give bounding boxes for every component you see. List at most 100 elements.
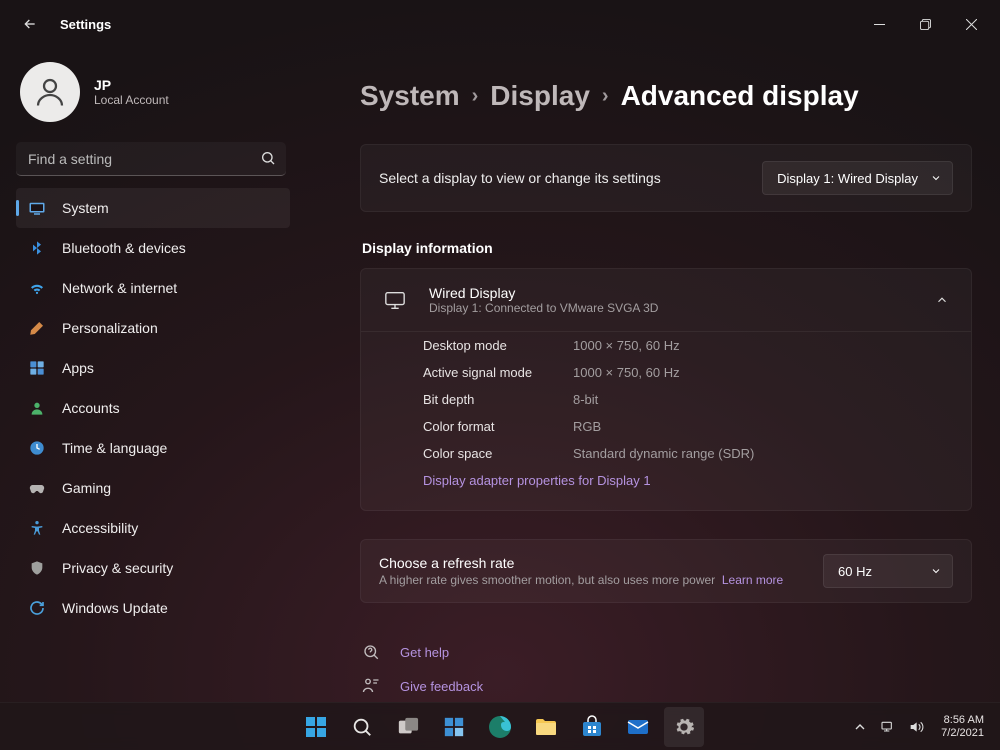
sidebar-item-label: Network & internet [62,280,177,296]
maximize-button[interactable] [902,1,948,47]
display-select[interactable]: Display 1: Wired Display [762,161,953,195]
search-box[interactable] [16,142,286,176]
accessibility-icon [28,519,46,537]
sidebar-item-label: System [62,200,109,216]
taskbar: 8:56 AM 7/2/2021 [0,702,1000,750]
brush-icon [28,319,46,337]
content: System › Display › Advanced display Sele… [300,48,1000,702]
sidebar-item-network[interactable]: Network & internet [16,268,290,308]
sidebar: JP Local Account System Bluetooth & de [0,48,300,702]
taskbar-search[interactable] [342,707,382,747]
display-info-header[interactable]: Wired Display Display 1: Connected to VM… [361,269,971,331]
sidebar-item-label: Windows Update [62,600,168,616]
store-app[interactable] [572,707,612,747]
sidebar-item-update[interactable]: Windows Update [16,588,290,628]
chevron-down-icon [930,172,942,184]
taskbar-center [296,707,704,747]
sidebar-item-label: Accessibility [62,520,138,536]
sidebar-item-label: Bluetooth & devices [62,240,186,256]
chevron-right-icon: › [602,85,609,108]
search-icon [260,150,276,166]
bluetooth-icon [28,239,46,257]
edge-app[interactable] [480,707,520,747]
window-title: Settings [60,17,111,32]
refresh-rate-select[interactable]: 60 Hz [823,554,953,588]
display-select-value: Display 1: Wired Display [777,171,918,186]
prop-row: Color formatRGB [423,413,949,440]
feedback-icon [360,675,382,697]
sidebar-item-system[interactable]: System [16,188,290,228]
chevron-right-icon: › [472,85,479,108]
give-feedback-link[interactable]: Give feedback [360,669,972,702]
shield-icon [28,559,46,577]
sidebar-item-label: Gaming [62,480,111,496]
apps-icon [28,359,46,377]
start-button[interactable] [296,707,336,747]
search-input[interactable] [16,142,286,176]
adapter-properties-link[interactable]: Display adapter properties for Display 1 [423,467,949,494]
nav: System Bluetooth & devices Network & int… [12,188,300,628]
profile[interactable]: JP Local Account [12,58,300,142]
clock-time: 8:56 AM [941,714,984,727]
refresh-sub: A higher rate gives smoother motion, but… [379,573,823,587]
refresh-title: Choose a refresh rate [379,555,823,571]
sidebar-item-apps[interactable]: Apps [16,348,290,388]
profile-sub: Local Account [94,93,169,107]
network-tray-icon[interactable] [879,718,897,736]
crumb-system[interactable]: System [360,80,460,112]
prop-row: Desktop mode1000 × 750, 60 Hz [423,332,949,359]
tray-overflow[interactable] [851,718,869,736]
monitor-icon [383,288,407,312]
settings-app[interactable] [664,707,704,747]
widgets-button[interactable] [434,707,474,747]
sidebar-item-label: Personalization [62,320,158,336]
clock-date: 7/2/2021 [941,727,984,740]
close-button[interactable] [948,1,994,47]
sound-tray-icon[interactable] [907,718,925,736]
breadcrumb: System › Display › Advanced display [360,80,972,112]
refresh-rate-value: 60 Hz [838,564,872,579]
person-icon [28,399,46,417]
prop-row: Color spaceStandard dynamic range (SDR) [423,440,949,467]
titlebar: Settings [0,0,1000,48]
chevron-up-icon [935,293,949,307]
sidebar-item-label: Privacy & security [62,560,173,576]
display-name: Wired Display [429,285,658,301]
sidebar-item-gaming[interactable]: Gaming [16,468,290,508]
clock-icon [28,439,46,457]
select-display-label: Select a display to view or change its s… [379,170,762,186]
refresh-rate-card: Choose a refresh rate A higher rate give… [360,539,972,603]
chevron-down-icon [930,565,942,577]
avatar [20,62,80,122]
system-icon [28,199,46,217]
sidebar-item-label: Accounts [62,400,120,416]
prop-row: Bit depth8-bit [423,386,949,413]
display-sub: Display 1: Connected to VMware SVGA 3D [429,301,658,315]
sidebar-item-privacy[interactable]: Privacy & security [16,548,290,588]
sidebar-item-time[interactable]: Time & language [16,428,290,468]
section-display-info: Display information [362,240,972,256]
profile-name: JP [94,77,169,93]
crumb-display[interactable]: Display [490,80,590,112]
footer-links: Get help Give feedback [360,635,972,702]
sidebar-item-accessibility[interactable]: Accessibility [16,508,290,548]
wifi-icon [28,279,46,297]
update-icon [28,599,46,617]
page-title: Advanced display [621,80,859,112]
explorer-app[interactable] [526,707,566,747]
prop-row: Active signal mode1000 × 750, 60 Hz [423,359,949,386]
sidebar-item-bluetooth[interactable]: Bluetooth & devices [16,228,290,268]
help-icon [360,641,382,663]
sidebar-item-label: Time & language [62,440,167,456]
display-info-card: Wired Display Display 1: Connected to VM… [360,268,972,511]
sidebar-item-accounts[interactable]: Accounts [16,388,290,428]
mail-app[interactable] [618,707,658,747]
minimize-button[interactable] [856,1,902,47]
task-view-button[interactable] [388,707,428,747]
get-help-link[interactable]: Get help [360,635,972,669]
display-props: Desktop mode1000 × 750, 60 Hz Active sig… [361,331,971,510]
taskbar-clock[interactable]: 8:56 AM 7/2/2021 [935,714,990,740]
back-button[interactable] [12,6,48,42]
learn-more-link[interactable]: Learn more [722,573,783,587]
sidebar-item-personalization[interactable]: Personalization [16,308,290,348]
